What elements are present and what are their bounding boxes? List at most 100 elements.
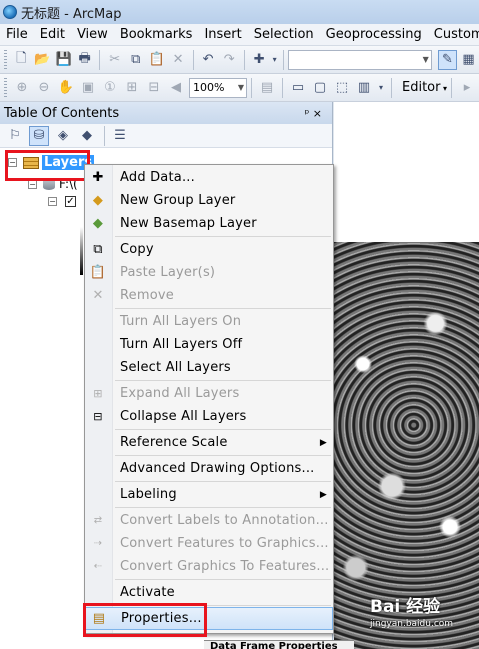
collapse-icon: ⊟ <box>93 410 103 423</box>
menu-selection[interactable]: Selection <box>248 27 320 42</box>
list-by-visibility-icon[interactable]: ◈ <box>53 126 73 146</box>
menu-item-label: Select All Layers <box>120 360 231 375</box>
change-layout-icon[interactable]: ▥ <box>354 78 374 98</box>
toolbar-separator <box>104 125 105 146</box>
focus-frame-icon[interactable]: ⬚ <box>332 78 352 98</box>
map-scale-combo[interactable]: ▼ <box>288 49 432 70</box>
tree-row-raster[interactable]: − ✓ <box>48 196 76 207</box>
paste-icon[interactable]: 📋 <box>147 50 166 70</box>
menu-item-label: Convert Graphics To Features... <box>120 559 330 574</box>
menu-item-collapse-all-layers[interactable]: ⊟ Collapse All Layers <box>85 405 333 428</box>
delete-icon[interactable]: ✕ <box>168 50 187 70</box>
list-by-selection-icon[interactable]: ◆ <box>77 126 97 146</box>
expand-icon: ⊞ <box>93 387 103 400</box>
data-view-icon[interactable]: ▢ <box>310 78 330 98</box>
list-by-source-icon[interactable]: ⛁ <box>29 125 49 146</box>
zoom-whole-page-icon[interactable]: ▣ <box>78 78 98 98</box>
toolbar-grip[interactable] <box>4 49 7 70</box>
add-data-icon: ✚ <box>92 170 104 185</box>
menu-item-convert-features[interactable]: ⇢ Convert Features to Graphics... <box>85 532 333 555</box>
menu-view[interactable]: View <box>71 27 114 42</box>
pan-page-icon[interactable]: ✋ <box>56 78 76 98</box>
menu-item-expand-all-layers[interactable]: ⊞ Expand All Layers <box>85 382 333 405</box>
menu-item-labeling[interactable]: Labeling ▶ <box>85 483 333 506</box>
menu-item-activate[interactable]: Activate <box>85 581 333 604</box>
menu-item-paste-layers[interactable]: 📋 Paste Layer(s) <box>85 261 333 284</box>
menu-bookmarks[interactable]: Bookmarks <box>114 27 199 42</box>
editor-menu-button[interactable]: Editor ▾ <box>402 80 447 95</box>
zoom-100-icon[interactable]: ① <box>100 78 120 98</box>
menu-item-reference-scale[interactable]: Reference Scale ▶ <box>85 431 333 454</box>
save-icon[interactable]: 💾 <box>54 50 73 70</box>
open-folder-icon[interactable]: 📂 <box>33 50 52 70</box>
new-document-icon[interactable]: 🗋 <box>12 50 31 70</box>
dropdown-arrow-icon: ▾ <box>440 84 448 93</box>
convert-labels-icon: ⇄ <box>93 515 103 526</box>
menu-insert[interactable]: Insert <box>198 27 247 42</box>
table-icon[interactable]: ▦ <box>459 50 478 70</box>
basemap-layer-icon: ◆ <box>92 216 104 231</box>
toolbar-grip[interactable] <box>4 77 7 98</box>
add-data-icon[interactable]: ✚ <box>250 50 269 70</box>
menu-item-turn-all-layers-off[interactable]: Turn All Layers Off <box>85 333 333 356</box>
previous-extent-icon[interactable]: ◀ <box>166 78 186 98</box>
collapse-toggle-icon[interactable]: − <box>48 197 57 206</box>
elevation-raster-image <box>334 242 479 649</box>
redo-icon[interactable]: ↷ <box>220 50 239 70</box>
menu-item-label: Convert Features to Graphics... <box>120 536 329 551</box>
layout-toolbar: ⊕ ⊖ ✋ ▣ ① ⊞ ⊟ ◀ 100% ▼ ▤ ▭ ▢ ⬚ ▥ ▾ Edito… <box>0 74 479 102</box>
layer-visibility-checkbox[interactable]: ✓ <box>65 196 76 207</box>
menu-separator <box>115 380 331 381</box>
cut-icon[interactable]: ✂ <box>105 50 124 70</box>
menu-item-turn-all-layers-on[interactable]: Turn All Layers On <box>85 310 333 333</box>
menu-item-label: Paste Layer(s) <box>120 265 216 280</box>
print-icon[interactable]: 🖶 <box>75 50 94 70</box>
menu-item-new-basemap-layer[interactable]: ◆ New Basemap Layer <box>85 212 333 235</box>
group-layer-icon: ◆ <box>92 193 104 208</box>
fixed-zoom-out-icon[interactable]: ⊟ <box>144 78 164 98</box>
zoom-level-combo[interactable]: 100% ▼ <box>189 77 247 98</box>
color-ramp-legend <box>80 227 83 275</box>
list-by-drawing-order-icon[interactable]: ⚐ <box>5 126 25 146</box>
menu-bar: File Edit View Bookmarks Insert Selectio… <box>0 24 479 46</box>
menu-customize[interactable]: Customi <box>428 27 479 42</box>
chevron-down-icon: ▼ <box>237 83 244 92</box>
menu-item-add-data[interactable]: ✚ Add Data... <box>85 166 333 189</box>
menu-edit[interactable]: Edit <box>34 27 71 42</box>
toolbar-options-icon[interactable]: ▾ <box>376 78 386 98</box>
menu-item-remove[interactable]: ✕ Remove <box>85 284 333 307</box>
menu-item-new-group-layer[interactable]: ◆ New Group Layer <box>85 189 333 212</box>
zoom-level-value: 100% <box>193 81 225 94</box>
zoom-out-page-icon[interactable]: ⊖ <box>34 78 54 98</box>
menu-item-convert-labels[interactable]: ⇄ Convert Labels to Annotation... <box>85 509 333 532</box>
toolbar-separator <box>283 49 285 70</box>
layout-view-icon[interactable]: ▭ <box>288 78 308 98</box>
menu-geoprocessing[interactable]: Geoprocessing <box>320 27 428 42</box>
menu-item-advanced-drawing-options[interactable]: Advanced Drawing Options... <box>85 457 333 480</box>
toc-options-icon[interactable]: ☰ <box>110 126 130 146</box>
menu-item-label: Turn All Layers On <box>120 314 242 329</box>
menu-item-label: Turn All Layers Off <box>120 337 243 352</box>
layers-highlight-box <box>5 150 90 181</box>
menu-item-copy[interactable]: ⧉ Copy <box>85 238 333 261</box>
dropdown-arrow-icon[interactable]: ▾ <box>271 50 279 70</box>
copy-icon[interactable]: ⧉ <box>126 50 145 70</box>
menu-item-select-all-layers[interactable]: Select All Layers <box>85 356 333 379</box>
toggle-draft-icon[interactable]: ▤ <box>257 78 277 98</box>
toolbar-separator <box>192 49 194 70</box>
fixed-zoom-in-icon[interactable]: ⊞ <box>122 78 142 98</box>
map-display[interactable] <box>334 102 479 649</box>
menu-item-label: New Basemap Layer <box>120 216 257 231</box>
menu-item-label: Advanced Drawing Options... <box>120 461 315 476</box>
menu-separator <box>115 455 331 456</box>
pin-close-icon[interactable]: ᵖ × <box>305 107 322 120</box>
toc-header: Table Of Contents ᵖ × <box>0 102 332 124</box>
chevron-down-icon: ▼ <box>422 55 429 64</box>
properties-highlight-box <box>83 603 207 637</box>
menu-file[interactable]: File <box>0 27 34 42</box>
zoom-in-page-icon[interactable]: ⊕ <box>12 78 32 98</box>
editor-toolbar-icon[interactable]: ✎ <box>437 49 457 70</box>
edit-tool-icon[interactable]: ▸ <box>457 78 477 98</box>
menu-item-convert-graphics[interactable]: ⇠ Convert Graphics To Features... <box>85 555 333 578</box>
undo-icon[interactable]: ↶ <box>199 50 218 70</box>
